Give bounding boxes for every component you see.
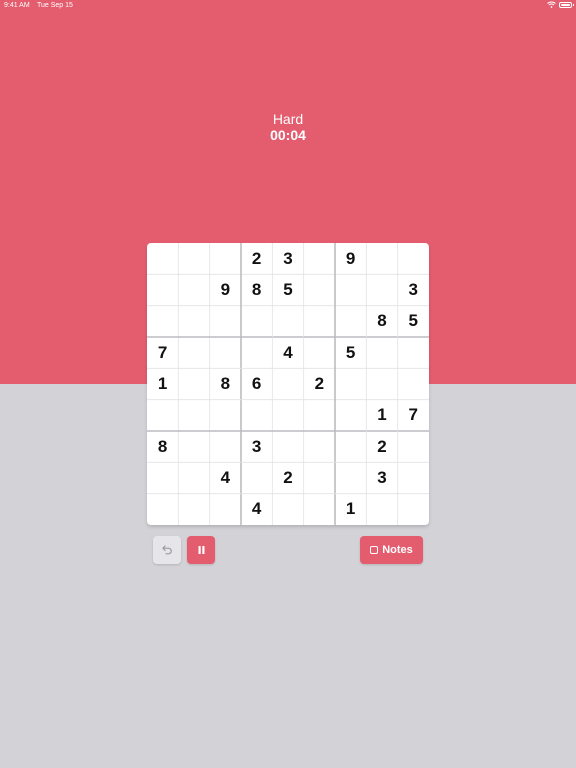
sudoku-cell[interactable]: 2 [272, 462, 303, 493]
sudoku-cell[interactable]: 3 [241, 431, 272, 462]
sudoku-cell[interactable]: 2 [366, 431, 397, 462]
sudoku-cell[interactable] [178, 243, 209, 274]
sudoku-cell[interactable]: 2 [304, 368, 335, 399]
sudoku-cell[interactable]: 1 [335, 494, 366, 525]
sudoku-cell[interactable] [210, 400, 241, 431]
sudoku-cell[interactable] [335, 306, 366, 337]
sudoku-cell[interactable] [304, 306, 335, 337]
sudoku-cell[interactable] [210, 494, 241, 525]
sudoku-cell[interactable] [210, 306, 241, 337]
sudoku-cell[interactable]: 5 [272, 274, 303, 305]
sudoku-board: 23998538574518621783242341 [147, 243, 429, 525]
sudoku-cell[interactable] [335, 431, 366, 462]
sudoku-cell[interactable] [272, 400, 303, 431]
sudoku-cell[interactable] [178, 337, 209, 368]
sudoku-cell[interactable] [398, 462, 429, 493]
sudoku-cell[interactable] [366, 368, 397, 399]
sudoku-cell[interactable] [241, 337, 272, 368]
sudoku-cell[interactable] [147, 274, 178, 305]
sudoku-cell[interactable]: 7 [147, 337, 178, 368]
sudoku-cell[interactable] [304, 274, 335, 305]
sudoku-cell[interactable]: 6 [241, 368, 272, 399]
checkbox-icon [370, 546, 379, 554]
status-bar: 9:41 AM Tue Sep 15 [0, 0, 576, 14]
sudoku-cell[interactable]: 7 [398, 400, 429, 431]
undo-arrow-icon [161, 545, 172, 555]
sudoku-cell[interactable] [335, 368, 366, 399]
sudoku-cell[interactable] [178, 431, 209, 462]
sudoku-cell[interactable]: 4 [210, 462, 241, 493]
sudoku-cell[interactable] [147, 306, 178, 337]
sudoku-cell[interactable]: 2 [241, 243, 272, 274]
sudoku-cell[interactable] [178, 274, 209, 305]
sudoku-cell[interactable]: 8 [210, 368, 241, 399]
sudoku-cell[interactable] [241, 306, 272, 337]
sudoku-cell[interactable]: 1 [366, 400, 397, 431]
sudoku-cell[interactable] [210, 243, 241, 274]
sudoku-cell[interactable] [398, 368, 429, 399]
sudoku-cell[interactable] [178, 306, 209, 337]
sudoku-cell[interactable] [366, 337, 397, 368]
sudoku-cell[interactable] [147, 494, 178, 525]
sudoku-cell[interactable] [335, 462, 366, 493]
battery-icon [559, 1, 574, 8]
undo-button[interactable] [153, 536, 181, 564]
sudoku-cell[interactable]: 3 [398, 274, 429, 305]
sudoku-cell[interactable] [304, 243, 335, 274]
sudoku-cell[interactable]: 8 [241, 274, 272, 305]
sudoku-cell[interactable] [178, 400, 209, 431]
board-cells: 23998538574518621783242341 [147, 243, 429, 525]
sudoku-cell[interactable]: 8 [147, 431, 178, 462]
sudoku-cell[interactable] [241, 400, 272, 431]
sudoku-cell[interactable] [304, 400, 335, 431]
sudoku-cell[interactable]: 8 [366, 306, 397, 337]
sudoku-cell[interactable]: 5 [335, 337, 366, 368]
sudoku-cell[interactable] [178, 494, 209, 525]
wifi-icon [547, 1, 556, 8]
sudoku-cell[interactable] [147, 243, 178, 274]
sudoku-cell[interactable]: 3 [366, 462, 397, 493]
sudoku-cell[interactable] [398, 243, 429, 274]
sudoku-cell[interactable]: 9 [210, 274, 241, 305]
sudoku-cell[interactable] [366, 243, 397, 274]
pause-button[interactable] [187, 536, 215, 564]
sudoku-cell[interactable] [147, 400, 178, 431]
sudoku-cell[interactable] [210, 337, 241, 368]
sudoku-cell[interactable] [272, 431, 303, 462]
status-time: 9:41 AM [4, 2, 30, 9]
sudoku-cell[interactable] [178, 368, 209, 399]
sudoku-cell[interactable] [241, 462, 272, 493]
status-date: Tue Sep 15 [37, 2, 73, 9]
sudoku-cell[interactable] [147, 462, 178, 493]
sudoku-cell[interactable] [366, 274, 397, 305]
sudoku-cell[interactable] [272, 368, 303, 399]
sudoku-cell[interactable] [335, 400, 366, 431]
sudoku-cell[interactable]: 4 [272, 337, 303, 368]
sudoku-cell[interactable] [398, 337, 429, 368]
sudoku-cell[interactable]: 9 [335, 243, 366, 274]
game-controls: Notes [147, 536, 429, 564]
sudoku-cell[interactable] [304, 431, 335, 462]
pause-icon [198, 546, 204, 554]
sudoku-cell[interactable] [304, 337, 335, 368]
sudoku-cell[interactable] [398, 494, 429, 525]
sudoku-cell[interactable]: 5 [398, 306, 429, 337]
game-timer: 00:04 [270, 127, 306, 143]
sudoku-cell[interactable] [366, 494, 397, 525]
sudoku-cell[interactable] [272, 306, 303, 337]
notes-label: Notes [382, 544, 413, 556]
sudoku-cell[interactable]: 3 [272, 243, 303, 274]
sudoku-cell[interactable] [398, 431, 429, 462]
sudoku-cell[interactable] [210, 431, 241, 462]
sudoku-cell[interactable] [272, 494, 303, 525]
sudoku-cell[interactable]: 4 [241, 494, 272, 525]
sudoku-cell[interactable] [304, 494, 335, 525]
sudoku-cell[interactable] [178, 462, 209, 493]
sudoku-cell[interactable] [304, 462, 335, 493]
sudoku-cell[interactable]: 1 [147, 368, 178, 399]
sudoku-cell[interactable] [335, 274, 366, 305]
notes-button[interactable]: Notes [360, 536, 423, 564]
difficulty-label: Hard [272, 111, 304, 127]
status-icons [547, 1, 574, 8]
